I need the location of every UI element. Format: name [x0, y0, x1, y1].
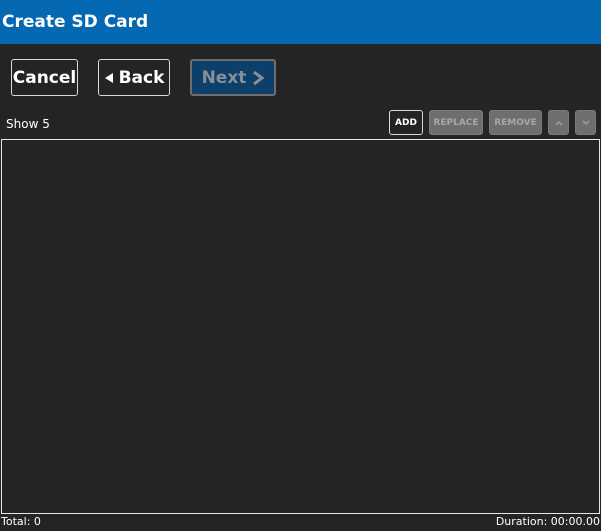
total-value: 0	[33, 515, 41, 528]
cancel-button[interactable]: Cancel	[11, 59, 78, 96]
back-button[interactable]: Back	[98, 59, 170, 96]
move-down-button[interactable]	[575, 110, 596, 135]
title-bar: Create SD Card	[0, 0, 601, 44]
cancel-button-label: Cancel	[12, 67, 77, 88]
show-count-label: Show 5	[6, 117, 50, 131]
page-title: Create SD Card	[2, 12, 149, 32]
total-count: Total: 0	[1, 515, 41, 529]
move-up-button[interactable]	[548, 110, 569, 135]
file-list[interactable]	[1, 139, 600, 514]
chevron-left-icon	[104, 72, 114, 84]
duration-readout: Duration: 00:00.00	[496, 515, 600, 529]
total-label: Total:	[1, 515, 31, 528]
duration-value: 00:00.00	[550, 515, 600, 528]
chevron-right-icon	[252, 70, 265, 85]
add-button[interactable]: ADD	[389, 110, 423, 135]
next-button[interactable]: Next	[190, 59, 276, 96]
back-button-label: Back	[118, 67, 165, 88]
add-button-label: ADD	[395, 117, 417, 128]
remove-button-label: REMOVE	[494, 117, 537, 128]
replace-button-label: REPLACE	[433, 117, 479, 128]
caret-up-icon	[554, 120, 563, 126]
replace-button[interactable]: REPLACE	[429, 110, 483, 135]
remove-button[interactable]: REMOVE	[489, 110, 542, 135]
next-button-label: Next	[201, 67, 247, 88]
caret-down-icon	[581, 119, 590, 126]
duration-label: Duration:	[495, 515, 548, 528]
